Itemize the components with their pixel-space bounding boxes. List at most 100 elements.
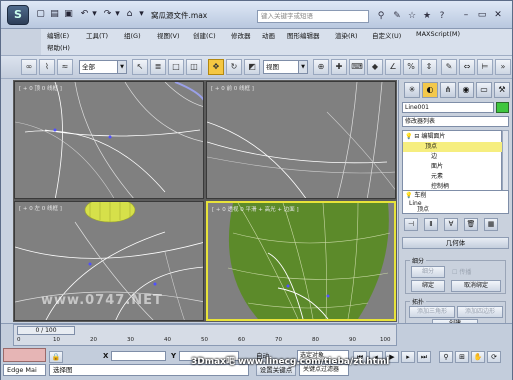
viewport-label[interactable]: [ + 0 透视 0 平滑 + 高光 + 边面 ] xyxy=(212,205,299,213)
modify-tab-icon[interactable]: ◐ xyxy=(422,82,438,98)
add-triangle-button[interactable]: 添加三角形 xyxy=(409,306,455,318)
viewport-label[interactable]: [ + 0 左 0 线框 ] xyxy=(19,204,62,212)
lightbulb-icon[interactable]: 💡 xyxy=(405,133,412,140)
coord-x-field[interactable] xyxy=(111,351,166,361)
menu-create[interactable]: 创建(C) xyxy=(193,30,216,40)
add-quad-button[interactable]: 添加四边形 xyxy=(457,306,503,318)
stack-item-line-vertex[interactable]: 顶点 xyxy=(403,206,502,214)
stack-item-label: 元素 xyxy=(431,173,444,180)
bind-button[interactable]: 绑定 xyxy=(411,280,445,292)
subscription-icon[interactable]: ✎ xyxy=(390,9,404,23)
go-to-end-icon[interactable]: ⏭ xyxy=(417,351,431,363)
new-file-icon[interactable]: ▢ xyxy=(34,8,47,21)
quick-access-dropdown-icon[interactable]: ▾ xyxy=(135,8,148,21)
motion-tab-icon[interactable]: ◉ xyxy=(458,82,474,98)
orbit-icon[interactable]: ⟳ xyxy=(487,351,501,363)
undo-dropdown-icon[interactable]: ▾ xyxy=(88,8,101,21)
stack-item-vertex[interactable]: 顶点 xyxy=(403,142,502,152)
stack-item-element[interactable]: 元素 xyxy=(403,172,502,182)
lightbulb-icon[interactable]: 💡 xyxy=(405,192,412,199)
stack-item-edit-patch[interactable]: 💡 ⊟ 编辑面片 xyxy=(403,132,502,142)
utilities-tab-icon[interactable]: ⚒ xyxy=(494,82,510,98)
named-selection-icon[interactable]: ✎ xyxy=(441,59,457,75)
select-and-scale-icon[interactable]: ◩ xyxy=(244,59,260,75)
viewport-top[interactable]: [ + 0 顶 0 线框 ] xyxy=(14,81,204,199)
save-file-icon[interactable]: ▣ xyxy=(62,8,75,21)
select-link-icon[interactable]: ∞ xyxy=(21,59,37,75)
show-end-result-icon[interactable]: Ⅱ xyxy=(424,218,438,231)
menu-views[interactable]: 视图(V) xyxy=(157,30,180,40)
help-icon[interactable]: ? xyxy=(435,9,449,23)
binoculars-icon[interactable]: ⚲ xyxy=(374,9,388,23)
menu-graph-editors[interactable]: 图形编辑器 xyxy=(287,30,320,40)
viewport-front[interactable]: [ + 0 前 0 线框 ] xyxy=(206,81,396,199)
hierarchy-tab-icon[interactable]: ⋔ xyxy=(440,82,456,98)
modifier-list-dropdown[interactable]: 修改器列表 xyxy=(402,116,509,127)
viewport-perspective[interactable]: [ + 0 透视 0 平滑 + 高光 + 边面 ] xyxy=(206,201,396,321)
subdivide-button[interactable]: 细分 xyxy=(411,266,445,278)
remove-modifier-icon[interactable]: 🗑 xyxy=(464,218,478,231)
next-frame-icon[interactable]: ▸ xyxy=(401,351,415,363)
pan-icon[interactable]: ✋ xyxy=(471,351,485,363)
zoom-all-icon[interactable]: ⊞ xyxy=(455,351,469,363)
time-slider[interactable]: 0 / 100 0 10 20 30 40 50 60 70 80 90 100 xyxy=(13,324,397,346)
select-and-rotate-icon[interactable]: ↻ xyxy=(226,59,242,75)
unlink-icon[interactable]: ⌇ xyxy=(39,59,55,75)
search-input[interactable]: 键入关键字或短语 xyxy=(257,10,369,23)
application-menu-button[interactable]: S xyxy=(7,5,29,25)
snap-toggle-icon[interactable]: ◆ xyxy=(367,59,383,75)
configure-modifier-sets-icon[interactable]: ▦ xyxy=(484,218,498,231)
angle-snap-icon[interactable]: ∠ xyxy=(385,59,401,75)
select-by-name-icon[interactable]: ≣ xyxy=(150,59,166,75)
stack-item-edge[interactable]: 边 xyxy=(403,152,502,162)
open-file-icon[interactable]: ▤ xyxy=(48,8,61,21)
create-tab-icon[interactable]: ✳ xyxy=(404,82,420,98)
menu-animation[interactable]: 动画 xyxy=(262,30,275,40)
favorites-icon[interactable]: ★ xyxy=(420,9,434,23)
bind-space-warp-icon[interactable]: ≈ xyxy=(57,59,73,75)
stack-item-patch[interactable]: 面片 xyxy=(403,162,502,172)
maxscript-listener[interactable] xyxy=(3,348,46,362)
unbind-button[interactable]: 取消绑定 xyxy=(451,280,501,292)
reference-coordinate-dropdown[interactable]: 视图 ▼ xyxy=(263,60,308,74)
coord-y-label: Y xyxy=(171,352,177,360)
menu-edit[interactable]: 编辑(E) xyxy=(47,30,69,40)
align-icon[interactable]: ⊨ xyxy=(477,59,493,75)
zoom-icon[interactable]: ⚲ xyxy=(439,351,453,363)
object-name-field[interactable]: Line001 xyxy=(402,102,494,113)
communication-center-icon[interactable]: ☆ xyxy=(405,9,419,23)
display-tab-icon[interactable]: ▭ xyxy=(476,82,492,98)
viewport-label[interactable]: [ + 0 顶 0 线框 ] xyxy=(19,84,62,92)
select-and-move-icon[interactable]: ✥ xyxy=(208,59,224,75)
select-manipulate-icon[interactable]: ✚ xyxy=(331,59,347,75)
mirror-icon[interactable]: ⇔ xyxy=(459,59,475,75)
pivot-center-icon[interactable]: ⊕ xyxy=(313,59,329,75)
menu-customize[interactable]: 自定义(U) xyxy=(372,30,401,40)
pin-stack-icon[interactable]: ⊣ xyxy=(404,218,418,231)
toolbar-more-icon[interactable]: » xyxy=(495,59,511,75)
maximize-icon[interactable]: ▭ xyxy=(475,8,489,22)
rectangular-selection-icon[interactable]: □ xyxy=(168,59,184,75)
geometry-rollout-header[interactable]: 几何体 xyxy=(402,237,509,249)
selection-lock-icon[interactable]: 🔒 xyxy=(49,351,63,363)
menu-modifiers[interactable]: 修改器 xyxy=(231,30,251,40)
menu-group[interactable]: 组(G) xyxy=(124,30,141,40)
keyboard-shortcut-toggle-icon[interactable]: ⌨ xyxy=(349,59,365,75)
make-unique-icon[interactable]: ∀ xyxy=(444,218,458,231)
percent-snap-icon[interactable]: % xyxy=(403,59,419,75)
spinner-snap-icon[interactable]: ⇕ xyxy=(421,59,437,75)
close-icon[interactable]: ✕ xyxy=(491,8,505,22)
viewport-label[interactable]: [ + 0 前 0 线框 ] xyxy=(211,84,254,92)
menu-help[interactable]: 帮助(H) xyxy=(47,42,70,52)
object-color-swatch[interactable] xyxy=(496,102,509,113)
menu-maxscript[interactable]: MAXScript(M) xyxy=(416,30,460,38)
selection-filter-dropdown[interactable]: 全部 ▼ xyxy=(79,60,127,74)
menu-tools[interactable]: 工具(T) xyxy=(86,30,108,40)
minimize-icon[interactable]: – xyxy=(459,8,473,22)
propagate-checkbox[interactable]: ☐ 传播 xyxy=(452,267,471,276)
maxscript-mini-listener[interactable]: Edge Mai xyxy=(3,364,46,376)
window-crossing-icon[interactable]: ◫ xyxy=(186,59,202,75)
time-slider-handle[interactable]: 0 / 100 xyxy=(17,326,75,335)
select-object-icon[interactable]: ↖ xyxy=(132,59,148,75)
menu-rendering[interactable]: 渲染(R) xyxy=(335,30,358,40)
